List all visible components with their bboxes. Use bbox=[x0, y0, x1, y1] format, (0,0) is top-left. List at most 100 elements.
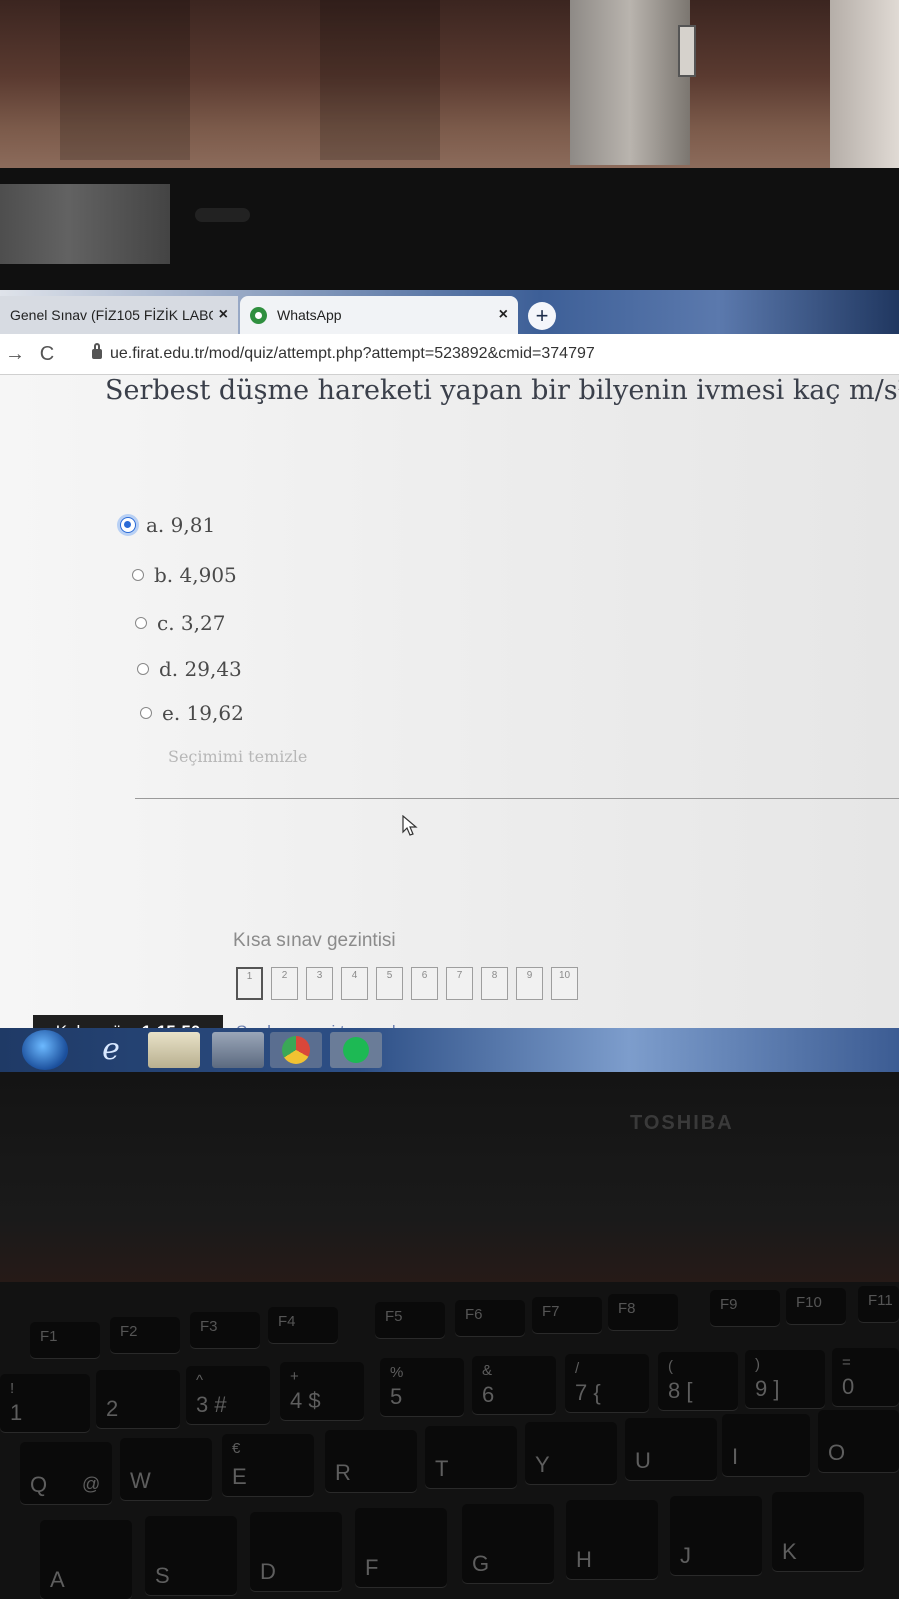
cabinet-panel bbox=[320, 0, 440, 160]
windows-taskbar: e bbox=[0, 1028, 899, 1072]
cabinet-panel bbox=[60, 0, 190, 160]
tab-whatsapp-label: WhatsApp bbox=[277, 307, 342, 323]
key-f11[interactable]: F11 bbox=[858, 1286, 899, 1322]
key-f1[interactable]: F1 bbox=[30, 1322, 100, 1358]
question-nav-button[interactable]: 7 bbox=[446, 967, 473, 1000]
radio-selected-icon[interactable] bbox=[120, 517, 136, 533]
answer-option-d[interactable]: d. 29,43 bbox=[137, 657, 242, 681]
keyboard: F1 F2 F3 F4 F5 F6 F7 F8 F9 F10 F11 ! 1 2 … bbox=[0, 1282, 899, 1599]
question-nav-button[interactable]: 9 bbox=[516, 967, 543, 1000]
key-o[interactable]: O bbox=[818, 1410, 899, 1472]
key-d[interactable]: D bbox=[250, 1512, 342, 1591]
key-q-alt: @ bbox=[82, 1474, 101, 1494]
spotify-icon[interactable] bbox=[330, 1032, 382, 1068]
key-f6[interactable]: F6 bbox=[455, 1300, 525, 1336]
room-background bbox=[0, 0, 899, 170]
key-4[interactable]: +4 $ bbox=[280, 1362, 364, 1420]
key-a[interactable]: A bbox=[40, 1520, 132, 1599]
chrome-icon[interactable] bbox=[270, 1032, 322, 1068]
answer-label: a. 9,81 bbox=[146, 513, 216, 537]
key-i[interactable]: I bbox=[722, 1414, 810, 1476]
question-nav-button[interactable]: 6 bbox=[411, 967, 438, 1000]
key-f4[interactable]: F4 bbox=[268, 1307, 338, 1343]
key-f8[interactable]: F8 bbox=[608, 1294, 678, 1330]
reload-icon[interactable]: C bbox=[30, 343, 64, 366]
key-u[interactable]: U bbox=[625, 1418, 717, 1480]
quiz-navigation-title: Kısa sınav gezintisi bbox=[233, 930, 396, 951]
key-k[interactable]: K bbox=[772, 1492, 864, 1571]
key-2[interactable]: 2 bbox=[96, 1370, 180, 1428]
screen-bezel-bottom bbox=[0, 1072, 899, 1282]
tab-quiz-label: Genel Sınav (FİZ105 FİZİK LABOR bbox=[10, 307, 213, 323]
radio-icon[interactable] bbox=[132, 569, 144, 581]
key-f[interactable]: F bbox=[355, 1508, 447, 1587]
key-5[interactable]: % 5 bbox=[380, 1358, 464, 1416]
question-nav-button[interactable]: 10 bbox=[551, 967, 578, 1000]
window-light bbox=[830, 0, 899, 170]
url-field[interactable]: ue.firat.edu.tr/mod/quiz/attempt.php?att… bbox=[110, 345, 595, 363]
start-icon[interactable] bbox=[22, 1030, 68, 1070]
key-f3[interactable]: F3 bbox=[190, 1312, 260, 1348]
question-nav-button[interactable]: 1 bbox=[236, 967, 263, 1000]
answer-label: b. 4,905 bbox=[154, 563, 237, 587]
answer-option-c[interactable]: c. 3,27 bbox=[135, 611, 225, 635]
quiz-page: Serbest düşme hareketi yapan bir bilyeni… bbox=[0, 375, 899, 1072]
laptop-screen: Genel Sınav (FİZ105 FİZİK LABOR × WhatsA… bbox=[0, 290, 899, 1072]
radio-icon[interactable] bbox=[135, 617, 147, 629]
key-8[interactable]: (8 [ bbox=[658, 1352, 738, 1410]
tab-whatsapp[interactable]: WhatsApp × bbox=[240, 296, 518, 334]
key-e[interactable]: € E bbox=[222, 1434, 314, 1496]
key-j[interactable]: J bbox=[670, 1496, 762, 1575]
forward-icon[interactable]: → bbox=[0, 343, 30, 366]
key-y[interactable]: Y bbox=[525, 1422, 617, 1484]
key-f2[interactable]: F2 bbox=[110, 1317, 180, 1353]
question-nav-button[interactable]: 5 bbox=[376, 967, 403, 1000]
new-tab-button[interactable]: + bbox=[528, 302, 556, 330]
key-0[interactable]: = 0 bbox=[832, 1348, 899, 1406]
question-nav-button[interactable]: 8 bbox=[481, 967, 508, 1000]
key-1[interactable]: ! 1 bbox=[0, 1374, 90, 1432]
key-s[interactable]: S bbox=[145, 1516, 237, 1595]
brand-logo: TOSHIBA bbox=[630, 1112, 734, 1134]
radio-icon[interactable] bbox=[140, 707, 152, 719]
question-nav-button[interactable]: 4 bbox=[341, 967, 368, 1000]
door-handle bbox=[678, 25, 696, 77]
divider bbox=[135, 798, 899, 799]
key-7[interactable]: /7 { bbox=[565, 1354, 649, 1412]
media-player-icon[interactable] bbox=[212, 1032, 264, 1068]
question-nav-button[interactable]: 3 bbox=[306, 967, 333, 1000]
answer-option-e[interactable]: e. 19,62 bbox=[140, 701, 244, 725]
answer-label: e. 19,62 bbox=[162, 701, 244, 725]
folder-icon[interactable] bbox=[148, 1032, 200, 1068]
key-f7[interactable]: F7 bbox=[532, 1297, 602, 1333]
webcam bbox=[195, 208, 250, 222]
question-text: Serbest düşme hareketi yapan bir bilyeni… bbox=[105, 375, 899, 406]
key-6[interactable]: & 6 bbox=[472, 1356, 556, 1414]
key-r[interactable]: R bbox=[325, 1430, 417, 1492]
lock-icon[interactable] bbox=[92, 343, 102, 359]
address-bar: → C ue.firat.edu.tr/mod/quiz/attempt.php… bbox=[0, 334, 899, 375]
answer-option-a[interactable]: a. 9,81 bbox=[120, 513, 215, 537]
key-w[interactable]: W bbox=[120, 1438, 212, 1500]
clear-choice-link[interactable]: Seçimimi temizle bbox=[168, 747, 307, 766]
screen-bezel-top bbox=[0, 168, 899, 290]
key-3[interactable]: ^ 3 # bbox=[186, 1366, 270, 1424]
refrigerator-door bbox=[570, 0, 696, 165]
quiz-navigation: 1 2 3 4 5 6 7 8 9 10 bbox=[236, 967, 586, 1000]
tab-whatsapp-close-icon[interactable]: × bbox=[499, 306, 508, 324]
internet-explorer-icon[interactable]: e bbox=[85, 1032, 137, 1068]
answer-label: c. 3,27 bbox=[157, 611, 226, 635]
key-f10[interactable]: F10 bbox=[786, 1288, 846, 1324]
tab-quiz-close-icon[interactable]: × bbox=[219, 306, 228, 324]
answer-label: d. 29,43 bbox=[159, 657, 242, 681]
answer-option-b[interactable]: b. 4,905 bbox=[132, 563, 237, 587]
tab-quiz[interactable]: Genel Sınav (FİZ105 FİZİK LABOR × bbox=[0, 296, 238, 334]
key-f5[interactable]: F5 bbox=[375, 1302, 445, 1338]
key-f9[interactable]: F9 bbox=[710, 1290, 780, 1326]
radio-icon[interactable] bbox=[137, 663, 149, 675]
key-t[interactable]: T bbox=[425, 1426, 517, 1488]
question-nav-button[interactable]: 2 bbox=[271, 967, 298, 1000]
key-h[interactable]: H bbox=[566, 1500, 658, 1579]
key-g[interactable]: G bbox=[462, 1504, 554, 1583]
key-9[interactable]: ) 9 ] bbox=[745, 1350, 825, 1408]
